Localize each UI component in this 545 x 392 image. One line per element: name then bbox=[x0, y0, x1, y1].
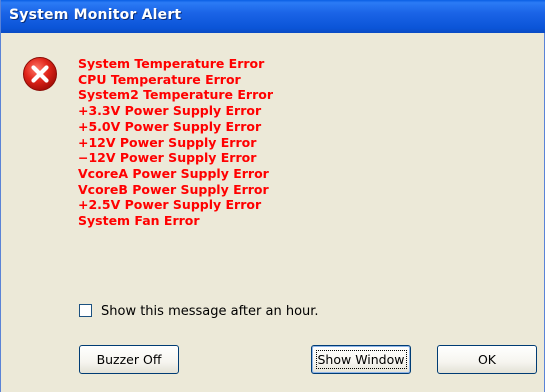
error-message: +5.0V Power Supply Error bbox=[78, 118, 262, 134]
title-bar[interactable]: System Monitor Alert bbox=[1, 0, 545, 33]
error-message: System Fan Error bbox=[78, 213, 200, 229]
error-message: −12V Power Supply Error bbox=[78, 150, 257, 166]
alert-dialog: System Monitor Alert System Temperature … bbox=[0, 0, 545, 392]
ok-button[interactable]: OK bbox=[437, 345, 537, 374]
buzzer-off-button[interactable]: Buzzer Off bbox=[79, 345, 179, 374]
error-message: VcoreA Power Supply Error bbox=[78, 165, 269, 181]
buzzer-off-label: Buzzer Off bbox=[96, 352, 162, 367]
error-message: VcoreB Power Supply Error bbox=[78, 181, 269, 197]
show-window-label: Show Window bbox=[315, 350, 407, 369]
error-message: +3.3V Power Supply Error bbox=[78, 103, 262, 119]
show-later-checkbox[interactable] bbox=[79, 304, 92, 317]
show-later-label[interactable]: Show this message after an hour. bbox=[101, 303, 319, 320]
error-icon bbox=[23, 57, 57, 91]
error-message: System Temperature Error bbox=[78, 56, 265, 71]
error-message-list: System Temperature Error CPU Temperature… bbox=[78, 56, 273, 229]
window-title: System Monitor Alert bbox=[9, 7, 182, 23]
show-window-button[interactable]: Show Window bbox=[311, 345, 411, 374]
error-message: System2 Temperature Error bbox=[78, 87, 274, 103]
ok-label: OK bbox=[477, 352, 497, 367]
error-message: +2.5V Power Supply Error bbox=[78, 197, 262, 213]
error-message: CPU Temperature Error bbox=[78, 71, 241, 87]
error-message: +12V Power Supply Error bbox=[78, 134, 257, 150]
